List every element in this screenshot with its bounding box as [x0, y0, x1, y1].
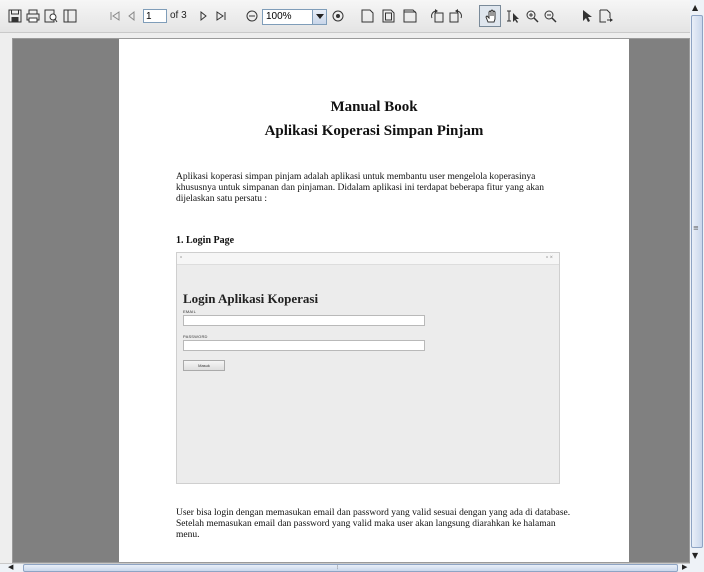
zoom-select[interactable]: 100%: [262, 9, 314, 25]
zoom-in-icon[interactable]: [330, 8, 345, 23]
section-heading: 1. Login Page: [176, 235, 235, 246]
email-label: EMAIL: [183, 309, 197, 314]
outro-paragraph: User bisa login dengan memasukan email d…: [176, 508, 571, 540]
horizontal-scrollbar[interactable]: ◀ ⦙ ▶: [0, 563, 690, 572]
password-field: [183, 340, 425, 351]
next-page-icon[interactable]: [196, 8, 211, 23]
scroll-right-icon[interactable]: ▶: [682, 563, 687, 571]
grip-icon: ≡: [693, 224, 699, 232]
hand-tool-icon[interactable]: [483, 8, 498, 23]
screenshot-title: Login Aplikasi Koperasi: [183, 291, 319, 306]
toolbar: 1 of 3 100%: [0, 0, 690, 33]
fit-width-icon[interactable]: [402, 8, 417, 23]
scroll-up-icon[interactable]: ▲: [692, 3, 698, 12]
first-page-icon[interactable]: [107, 8, 122, 23]
page-count-label: of 3: [170, 10, 187, 21]
rotate-right-icon[interactable]: [448, 8, 463, 23]
login-button: Masuk: [183, 360, 225, 371]
text-select-icon[interactable]: [505, 8, 520, 23]
intro-paragraph: Aplikasi koperasi simpan pinjam adalah a…: [176, 172, 545, 204]
document-viewport[interactable]: Manual Book Aplikasi Koperasi Simpan Pin…: [12, 38, 690, 563]
page-subtitle: Aplikasi Koperasi Simpan Pinjam: [264, 123, 484, 139]
password-label: PASSWORD: [183, 334, 208, 339]
horizontal-scroll-thumb[interactable]: ⦙: [23, 564, 678, 572]
save-icon[interactable]: [7, 8, 22, 23]
fit-page-icon[interactable]: [381, 8, 396, 23]
single-page-icon[interactable]: [62, 8, 77, 23]
email-field: [183, 315, 425, 326]
last-page-icon[interactable]: [213, 8, 228, 23]
zoom-tool-icon[interactable]: [524, 8, 539, 23]
vertical-scrollbar[interactable]: ▲ ≡ ▼: [690, 0, 704, 572]
grip-icon: ⦙: [337, 564, 339, 571]
previous-page-icon[interactable]: [124, 8, 139, 23]
screenshot-titlebar: ▫ ▫ ×: [177, 253, 559, 265]
pointer-icon[interactable]: [579, 8, 594, 23]
zoom-out-icon[interactable]: [244, 8, 259, 23]
scroll-down-icon[interactable]: ▼: [692, 551, 698, 560]
window-controls: ▫ ×: [545, 255, 553, 261]
page-number-input[interactable]: 1: [143, 9, 167, 23]
actual-size-icon[interactable]: [360, 8, 375, 23]
rotate-left-icon[interactable]: [429, 8, 444, 23]
print-preview-icon[interactable]: [43, 8, 58, 23]
scroll-left-icon[interactable]: ◀: [8, 563, 13, 571]
document-page: Manual Book Aplikasi Koperasi Simpan Pin…: [119, 39, 629, 562]
login-screenshot: ▫ ▫ × Login Aplikasi Koperasi EMAIL PASS…: [176, 252, 560, 484]
app-icon: ▫: [180, 255, 183, 261]
zoom-tool-minus-icon[interactable]: [542, 8, 557, 23]
print-icon[interactable]: [25, 8, 40, 23]
page-title: Manual Book: [330, 99, 418, 115]
vertical-scroll-thumb[interactable]: ≡: [691, 15, 703, 548]
export-icon[interactable]: [598, 8, 613, 23]
chevron-down-icon[interactable]: [312, 9, 327, 25]
